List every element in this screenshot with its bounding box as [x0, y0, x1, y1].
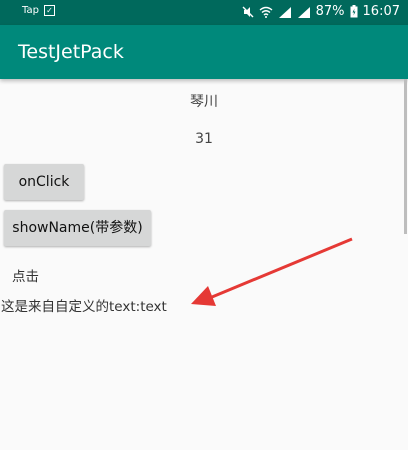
- status-left: Tap ✓: [22, 5, 55, 16]
- checkbox-icon: ✓: [43, 5, 55, 16]
- clock: 16:07: [362, 4, 400, 19]
- signal-icon: [297, 6, 310, 18]
- signal-icon: [278, 6, 291, 18]
- tap-label: Tap: [22, 5, 39, 16]
- status-bar: Tap ✓ 87% 16:07: [0, 0, 408, 25]
- mute-icon: [242, 6, 254, 17]
- status-right: 87% 16:07: [242, 4, 400, 19]
- app-bar: TestJetPack: [0, 25, 408, 79]
- phone-screen: Tap ✓ 87% 16:07 TestJetPack 琴川 31 onClic…: [0, 0, 408, 450]
- battery-icon: [350, 5, 358, 18]
- annotation-arrow: [191, 237, 353, 306]
- wifi-icon: [259, 6, 273, 18]
- battery-percent: 87%: [315, 4, 345, 19]
- app-title: TestJetPack: [18, 41, 124, 63]
- content-area: 琴川 31 onClick showName(带参数) 点击 这是来自自定义的t…: [0, 79, 408, 450]
